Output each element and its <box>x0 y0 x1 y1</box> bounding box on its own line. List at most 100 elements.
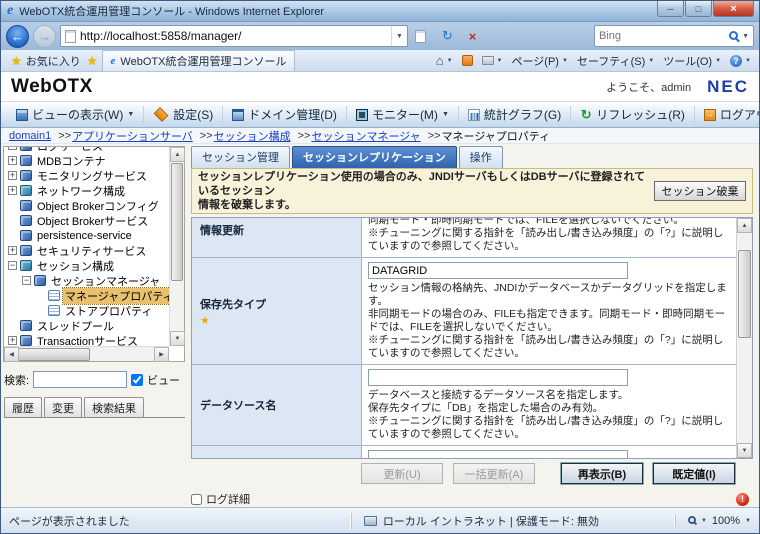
scroll-left-icon[interactable]: ◀ <box>4 346 19 362</box>
scrollbar-thumb[interactable] <box>18 347 90 361</box>
url-input[interactable] <box>80 29 391 43</box>
print-button[interactable]: ▼ <box>481 56 503 65</box>
view-checkbox[interactable] <box>131 373 144 386</box>
page-menu-dropdown-icon: ▼ <box>561 57 568 64</box>
tree-horizontal-scrollbar[interactable]: ◀ ▶ <box>4 346 169 362</box>
sidebar-item-session-manager[interactable]: − セッションマネージャ <box>4 273 169 288</box>
search-icon[interactable] <box>729 30 739 40</box>
search-dropdown-icon[interactable]: ▼ <box>742 33 749 40</box>
maximize-button[interactable]: □ <box>685 1 712 17</box>
log-detail-checkbox[interactable] <box>191 493 202 505</box>
close-button[interactable]: × <box>713 1 754 17</box>
statistics-graph-button[interactable]: 統計グラフ(G) <box>459 105 572 124</box>
update-button[interactable]: 更新(U) <box>361 463 443 484</box>
page-menu[interactable]: ページ(P) ▼ <box>512 53 568 69</box>
breadcrumb-domain1[interactable]: domain1 <box>9 130 51 142</box>
refresh-button[interactable]: ↻ <box>437 26 458 47</box>
app-toolbar: ビューの表示(W) ▼ 設定(S) ドメイン管理(D) モニター(M) ▼ 統計… <box>1 102 759 128</box>
default-value-button[interactable]: 既定値(I) <box>653 463 735 484</box>
help-menu[interactable]: ? ▼ <box>730 54 751 67</box>
logout-button[interactable]: → ログアウト(L) <box>695 106 759 124</box>
sidebar-item-transaction-service[interactable]: + Transactionサービス <box>4 333 169 346</box>
stop-button[interactable]: × <box>462 26 483 47</box>
sidebar-item-security-service[interactable]: + セキュリティサービス <box>4 243 169 258</box>
tree-item-label: スレッドプール <box>37 320 114 333</box>
zoom-mode-dropdown-icon[interactable]: ▼ <box>701 518 707 524</box>
expander-icon[interactable]: + <box>8 156 17 165</box>
breadcrumb-appserver[interactable]: アプリケーションサーバ <box>72 128 193 144</box>
web-search-input[interactable] <box>599 30 728 42</box>
view-display-button[interactable]: ビューの表示(W) ▼ <box>7 105 145 124</box>
scroll-up-icon[interactable]: ▲ <box>737 218 752 233</box>
sidebar-item-session-config[interactable]: − セッション構成 <box>4 258 169 273</box>
expander-icon[interactable]: − <box>22 276 31 285</box>
scroll-down-icon[interactable]: ▼ <box>170 331 185 346</box>
address-bar[interactable]: ▼ <box>60 25 408 47</box>
form-vertical-scrollbar[interactable]: ▲ ▼ <box>736 218 752 458</box>
scroll-right-icon[interactable]: ▶ <box>154 346 169 362</box>
sidebar-item-objectbroker-service[interactable]: Object Brokerサービス <box>4 213 169 228</box>
redisplay-button[interactable]: 再表示(B) <box>561 463 643 484</box>
breadcrumb-session-config[interactable]: セッション構成 <box>214 128 291 144</box>
tree-search-row: 検索: ビュー <box>4 371 187 388</box>
sidebar-item-mdb-container[interactable]: + MDBコンテナ <box>4 153 169 168</box>
tree-vertical-scrollbar[interactable]: ▲ ▼ <box>169 147 185 346</box>
sidebar-item-objectbroker-config[interactable]: Object Brokerコンフィグ <box>4 198 169 213</box>
sql-ext-path-input[interactable] <box>368 450 628 458</box>
refresh-console-button[interactable]: ↻ リフレッシュ(R) <box>571 105 695 124</box>
expander-icon[interactable]: − <box>8 261 17 270</box>
favorites-button[interactable]: ★ お気に入り <box>5 51 87 71</box>
minimize-button[interactable]: ─ <box>657 1 684 17</box>
search-box[interactable]: ▼ <box>594 25 754 47</box>
breadcrumb-session-manager[interactable]: セッションマネージャ <box>311 128 420 144</box>
session-destroy-button[interactable]: セッション破棄 <box>654 181 746 201</box>
zoom-control[interactable]: ▼ 100% ▼ <box>674 514 751 527</box>
safety-menu[interactable]: セーフティ(S) ▼ <box>577 53 654 69</box>
scroll-down-icon[interactable]: ▼ <box>737 443 752 458</box>
sidebar-item-persistence-service[interactable]: persistence-service <box>4 228 169 243</box>
sidebar-item-monitoring-service[interactable]: + モニタリングサービス <box>4 168 169 183</box>
add-favorite-icon[interactable]: ★ <box>87 54 98 68</box>
browser-tab[interactable]: e WebOTX統合運用管理コンソール <box>101 50 296 71</box>
tab-history[interactable]: 履歴 <box>4 397 42 417</box>
scroll-up-icon[interactable]: ▲ <box>170 147 185 162</box>
tab-operation[interactable]: 操作 <box>458 146 503 168</box>
datasource-name-input[interactable] <box>368 369 628 386</box>
title-bar[interactable]: e WebOTX統合運用管理コンソール - Windows Internet E… <box>1 1 759 22</box>
required-star-icon: ★ <box>200 314 210 327</box>
forward-button[interactable]: → <box>33 24 56 48</box>
tab-session-replication[interactable]: セッションレプリケーション <box>292 146 457 168</box>
monitor-button[interactable]: モニター(M) ▼ <box>347 105 459 124</box>
sidebar-item-manager-property[interactable]: マネージャプロパティ <box>4 286 169 305</box>
feeds-icon[interactable] <box>461 55 473 66</box>
tab-session-management[interactable]: セッション管理 <box>191 146 290 168</box>
expander-icon[interactable]: + <box>8 147 17 150</box>
left-panel: +ログサービス +MDBコンテナ +モニタリングサービス +ネットワーク構成 O… <box>1 144 187 507</box>
bulk-update-button[interactable]: 一括更新(A) <box>453 463 535 484</box>
tools-menu-label: ツール(O) <box>663 55 713 68</box>
tree-search-input[interactable] <box>33 371 128 388</box>
home-button[interactable]: ⌂ ▼ <box>436 53 453 68</box>
expander-icon[interactable]: + <box>8 186 17 195</box>
sidebar-item-thread-pool[interactable]: スレッドプール <box>4 318 169 333</box>
zoom-dropdown-icon[interactable]: ▼ <box>745 518 751 524</box>
address-dropdown-icon[interactable]: ▼ <box>391 26 407 46</box>
scrollbar-thumb[interactable] <box>738 250 751 338</box>
expander-icon[interactable]: + <box>8 246 17 255</box>
expander-icon[interactable]: + <box>8 171 17 180</box>
alert-icon[interactable]: ! <box>736 492 749 506</box>
save-type-input[interactable] <box>368 262 628 279</box>
field-desc: データベースと接続するデータソース名を指定します。 <box>368 389 629 401</box>
tab-change[interactable]: 変更 <box>44 397 82 417</box>
scrollbar-thumb[interactable] <box>171 163 183 281</box>
sidebar-item-store-property[interactable]: ストアプロパティ <box>4 303 169 318</box>
settings-button[interactable]: 設定(S) <box>144 105 224 124</box>
tab-search-results[interactable]: 検索結果 <box>84 397 144 417</box>
domain-icon <box>232 108 245 121</box>
compatibility-view-button[interactable] <box>412 26 433 47</box>
tools-menu[interactable]: ツール(O) ▼ <box>663 53 721 69</box>
domain-management-button[interactable]: ドメイン管理(D) <box>223 105 347 124</box>
back-button[interactable]: ← <box>6 24 29 48</box>
expander-icon[interactable]: + <box>8 336 17 345</box>
sidebar-item-network-config[interactable]: + ネットワーク構成 <box>4 183 169 198</box>
